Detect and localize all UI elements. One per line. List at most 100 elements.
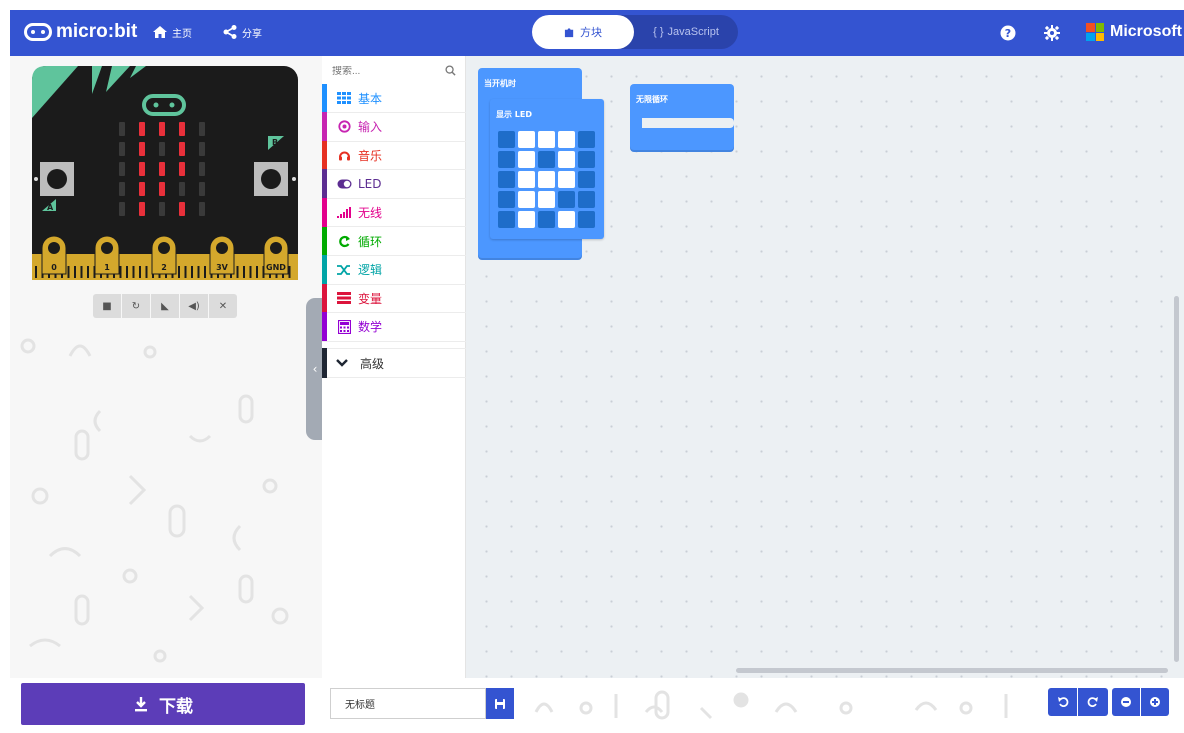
category-advanced[interactable]: 高级 xyxy=(322,348,466,378)
zoom-in-button[interactable] xyxy=(1141,688,1169,716)
led-cell[interactable] xyxy=(578,191,595,208)
category-item[interactable]: 数学 xyxy=(322,312,466,342)
target-icon xyxy=(336,120,352,134)
home-icon xyxy=(153,26,167,38)
show-leds-block[interactable]: 显示 LED xyxy=(490,99,604,239)
led-cell[interactable] xyxy=(558,151,575,168)
download-label: 下载 xyxy=(159,696,193,717)
braces-icon: { } xyxy=(653,26,664,38)
category-item[interactable]: 变量 xyxy=(322,283,466,314)
restart-button[interactable]: ↻ xyxy=(122,294,150,318)
stop-icon: ■ xyxy=(102,300,112,312)
headphones-icon xyxy=(336,148,352,162)
connector-tooth xyxy=(197,266,200,278)
javascript-tab[interactable]: { } JavaScript xyxy=(634,15,738,49)
blocks-tab[interactable]: 方块 xyxy=(532,15,634,49)
board-led xyxy=(139,142,145,156)
led-cell[interactable] xyxy=(518,171,535,188)
led-cell[interactable] xyxy=(518,211,535,228)
board-led xyxy=(159,162,165,176)
forever-block[interactable]: 无限循环 xyxy=(630,84,734,152)
undo-button[interactable] xyxy=(1048,688,1077,716)
mute-button[interactable]: ◀) xyxy=(180,294,208,318)
forever-slot xyxy=(642,118,734,128)
led-cell[interactable] xyxy=(578,171,595,188)
svg-text:?: ? xyxy=(1005,27,1011,40)
search-input[interactable] xyxy=(332,65,432,77)
zoom-out-icon xyxy=(1121,697,1131,707)
home-button[interactable]: 主页 xyxy=(152,24,192,40)
led-cell[interactable] xyxy=(558,171,575,188)
project-name-input[interactable] xyxy=(330,688,486,719)
board-led xyxy=(159,182,165,196)
microsoft-logo-icon xyxy=(1086,23,1104,41)
horizontal-scrollbar[interactable] xyxy=(736,668,1168,673)
help-button[interactable]: ? xyxy=(998,23,1018,43)
connector-tooth xyxy=(126,266,128,278)
simulator-toolbar: ■ ↻ ◣ ◀) ✕ xyxy=(93,294,237,318)
toolbox: 基本输入音乐 LED 无线循环逻辑变量数学 高级 xyxy=(322,56,466,678)
category-item[interactable]: 循环 xyxy=(322,226,466,256)
microbit-board[interactable]: A B 0 1 2 3V GND xyxy=(32,66,298,280)
microsoft-logo[interactable]: Microsoft xyxy=(1086,23,1182,41)
zoom-in-icon xyxy=(1150,697,1160,707)
led-cell[interactable] xyxy=(558,131,575,148)
led-cell[interactable] xyxy=(538,211,555,228)
led-cell[interactable] xyxy=(558,191,575,208)
zoom-out-button[interactable] xyxy=(1112,688,1140,716)
led-cell[interactable] xyxy=(578,211,595,228)
led-cell[interactable] xyxy=(538,191,555,208)
search-icon xyxy=(445,65,456,76)
board-led xyxy=(139,122,145,136)
led-cell[interactable] xyxy=(538,151,555,168)
category-item[interactable]: 输入 xyxy=(322,112,466,142)
category-advanced-label: 高级 xyxy=(360,356,385,371)
led-cell[interactable] xyxy=(518,131,535,148)
stop-button[interactable]: ■ xyxy=(93,294,121,318)
category-item[interactable]: LED xyxy=(322,169,466,199)
led-cell[interactable] xyxy=(578,131,595,148)
category-item[interactable]: 音乐 xyxy=(322,140,466,171)
led-cell[interactable] xyxy=(518,191,535,208)
microbit-logo-icon xyxy=(24,23,52,41)
board-led xyxy=(199,142,205,156)
pin-label: GND xyxy=(266,263,286,272)
connector-tooth xyxy=(204,266,206,278)
download-button[interactable]: 下载 xyxy=(21,683,305,725)
share-button[interactable]: 分享 xyxy=(222,24,262,40)
fullscreen-button[interactable]: ✕ xyxy=(209,294,237,318)
slow-mo-button[interactable]: ◣ xyxy=(151,294,179,318)
led-cell[interactable] xyxy=(578,151,595,168)
pin-hole xyxy=(48,242,60,254)
led-cell[interactable] xyxy=(498,131,515,148)
board-led xyxy=(179,202,185,216)
vertical-scrollbar[interactable] xyxy=(1174,296,1179,662)
category-item[interactable]: 无线 xyxy=(322,197,466,228)
led-cell[interactable] xyxy=(518,151,535,168)
led-cell[interactable] xyxy=(538,131,555,148)
led-cell[interactable] xyxy=(498,151,515,168)
save-button[interactable] xyxy=(486,688,514,719)
category-item[interactable]: 逻辑 xyxy=(322,255,466,285)
toggle-icon xyxy=(336,177,352,191)
led-grid-editor xyxy=(498,131,596,229)
category-item[interactable]: 基本 xyxy=(322,83,466,113)
led-cell[interactable] xyxy=(498,171,515,188)
pin-hole xyxy=(158,242,170,254)
blocks-workspace[interactable]: 当开机时 显示 LED 无限循环 xyxy=(466,56,1184,678)
board-led xyxy=(199,182,205,196)
led-cell[interactable] xyxy=(538,171,555,188)
connector-tooth xyxy=(87,266,89,278)
led-cell[interactable] xyxy=(498,191,515,208)
redo-button[interactable] xyxy=(1078,688,1108,716)
category-label: 变量 xyxy=(358,291,383,306)
led-cell[interactable] xyxy=(498,211,515,228)
settings-button[interactable] xyxy=(1042,23,1062,43)
led-cell[interactable] xyxy=(558,211,575,228)
calculator-icon xyxy=(336,319,352,334)
board-led xyxy=(119,162,125,176)
microbit-logo[interactable]: micro:bit xyxy=(24,21,137,43)
speaker-icon: ◀) xyxy=(188,300,200,312)
connector-tooth xyxy=(243,266,245,278)
board-led xyxy=(199,122,205,136)
